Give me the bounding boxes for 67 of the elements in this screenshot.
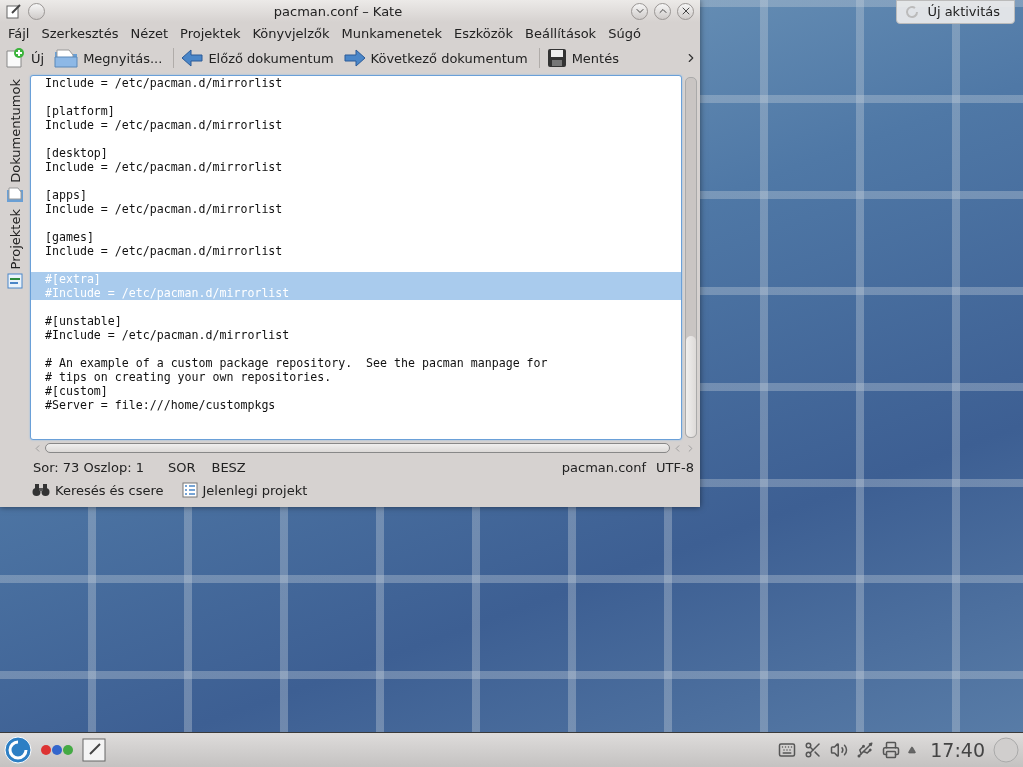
selection-mode: SOR	[167, 459, 196, 475]
project-icon	[7, 273, 23, 290]
menu-item[interactable]: Fájl	[4, 23, 38, 43]
menu-item[interactable]: Munkamenetek	[337, 23, 450, 43]
expand-tray-icon[interactable]	[908, 746, 917, 754]
folder-icon	[54, 48, 79, 68]
printer-icon[interactable]	[882, 741, 901, 759]
code-line: # tips on creating your own repositories.	[44, 370, 333, 384]
document-icon	[6, 186, 24, 203]
encoding: UTF-8	[656, 459, 694, 475]
activity-dots-icon[interactable]	[40, 744, 74, 756]
menu-item[interactable]: Nézet	[126, 23, 177, 43]
vertical-scrollbar[interactable]	[685, 75, 697, 440]
window-title: pacman.conf – Kate	[272, 3, 404, 19]
menu-item[interactable]: Projektek	[176, 23, 249, 43]
keyboard-icon[interactable]	[778, 741, 797, 759]
menu-item[interactable]: Beállítások	[521, 23, 605, 43]
code-line: Include = /etc/pacman.d/mirrorlist	[44, 202, 284, 216]
right-arrow-icon	[343, 49, 366, 67]
scissors-icon[interactable]	[804, 741, 823, 759]
menu-item[interactable]: Könyvjelzők	[248, 23, 338, 43]
list-icon	[181, 482, 198, 498]
pencil-icon	[6, 3, 22, 19]
input-mode: BESZ	[211, 459, 246, 475]
side-tab[interactable]: Dokumentumok	[6, 79, 24, 203]
binoculars-icon	[32, 483, 50, 497]
close-button[interactable]	[677, 2, 694, 20]
horizontal-scrollbar[interactable]	[45, 443, 670, 453]
menu-item[interactable]: Szerkesztés	[37, 23, 127, 43]
maximize-button[interactable]	[654, 2, 671, 20]
file-name: pacman.conf	[561, 459, 647, 475]
code-line: Include = /etc/pacman.d/mirrorlist	[44, 244, 284, 258]
clock[interactable]: 17:40	[930, 739, 985, 761]
speaker-icon[interactable]	[830, 741, 849, 759]
toolbar-button[interactable]: Következő dokumentum	[341, 47, 534, 69]
menu-item[interactable]: Súgó	[604, 23, 649, 43]
code-line: [platform]	[44, 104, 116, 118]
code-line: [apps]	[44, 188, 88, 202]
code-line: #[custom]	[44, 384, 109, 398]
refresh-icon	[905, 4, 920, 19]
activity-button[interactable]: Új aktivitás	[896, 0, 1015, 24]
code-line: [games]	[44, 230, 95, 244]
toolbar-button[interactable]: Mentés	[544, 46, 625, 70]
launcher-icon[interactable]	[4, 736, 32, 764]
panel-tab[interactable]: Keresés és csere	[30, 480, 170, 500]
panel-tab[interactable]: Jelenlegi projekt	[179, 480, 314, 500]
new-document-icon	[4, 47, 26, 69]
code-line: #Include = /etc/pacman.d/mirrorlist	[44, 328, 291, 342]
code-line: Include = /etc/pacman.d/mirrorlist	[44, 76, 284, 90]
usb-icon[interactable]	[856, 741, 875, 759]
cursor-position: Sor: 73 Oszlop: 1	[33, 459, 144, 475]
code-line: #[unstable]	[44, 314, 123, 328]
code-line: [desktop]	[44, 146, 109, 160]
code-line: Include = /etc/pacman.d/mirrorlist	[44, 118, 284, 132]
minimize-button[interactable]	[631, 2, 648, 20]
editor-task-icon[interactable]	[82, 738, 106, 762]
menu-item[interactable]: Eszközök	[449, 23, 522, 43]
side-tab[interactable]: Projektek	[7, 208, 23, 290]
toolbar-button[interactable]: Előző dokumentum	[179, 47, 340, 69]
toolbar-button[interactable]: Új	[2, 45, 51, 71]
pin-button[interactable]	[28, 2, 45, 20]
code-line: Include = /etc/pacman.d/mirrorlist	[44, 160, 284, 174]
text-editor[interactable]	[30, 75, 682, 440]
code-line: #Server = file:///home/custompkgs	[44, 398, 277, 412]
left-arrow-icon	[181, 49, 204, 67]
code-line: # An example of a custom package repository. See the pacman manpage for	[44, 356, 549, 370]
toolbar-button[interactable]: Megnyitás...	[52, 46, 169, 70]
